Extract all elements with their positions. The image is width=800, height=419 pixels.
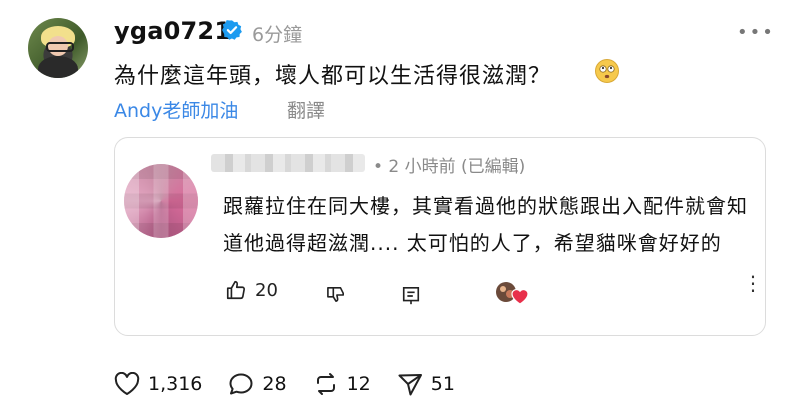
reply-dislike-button[interactable]: [325, 286, 347, 304]
reply-more-icon[interactable]: ⋮: [743, 273, 763, 293]
comment-icon: [402, 287, 420, 305]
comment-icon: [229, 373, 253, 395]
more-icon[interactable]: •••: [737, 24, 775, 42]
reply-text: 跟蘿拉住在同大樓，其實看過他的狀態跟出入配件就會知道他過得超滋潤.... 太可怕…: [223, 194, 748, 255]
heart-icon: [511, 288, 529, 305]
quoted-reply-card[interactable]: • 2 小時前 (已編輯) 跟蘿拉住在同大樓，其實看過他的狀態跟出入配件就會知道…: [114, 137, 766, 336]
heart-icon: [114, 372, 140, 395]
like-count: 1,316: [148, 373, 203, 395]
reply-avatar-blurred: [124, 164, 198, 238]
post-tag-link[interactable]: Andy老師加油: [114, 96, 238, 123]
dislike-icon: [327, 286, 345, 303]
repost-count: 12: [346, 373, 371, 395]
comment-count: 28: [262, 373, 287, 395]
translate-button[interactable]: 翻譯: [287, 96, 325, 123]
reactors-avatars: [496, 282, 529, 305]
reply-comment-button[interactable]: [401, 286, 421, 306]
post-username[interactable]: yga0721: [114, 17, 231, 45]
share-count: 51: [430, 373, 455, 395]
emoji-icon: [595, 59, 619, 83]
reply-username-blurred: [211, 154, 365, 172]
post-time: 6分鐘: [252, 24, 303, 46]
repost-icon: [316, 373, 335, 395]
post-text: 為什麼這年頭，壞人都可以生活得很滋潤？: [114, 64, 552, 89]
share-icon: [398, 374, 422, 396]
like-button[interactable]: 1,316: [114, 372, 202, 396]
reply-like-count: 20: [255, 279, 278, 301]
reply-time: • 2 小時前 (已編輯): [373, 157, 526, 177]
verified-badge-icon: [222, 20, 242, 40]
comment-button[interactable]: 28: [228, 372, 287, 396]
avatar-glasses: [46, 42, 74, 52]
repost-button[interactable]: 12: [313, 372, 371, 396]
share-button[interactable]: 51: [397, 372, 455, 396]
reply-like-button[interactable]: 20: [225, 279, 278, 301]
avatar-body: [38, 56, 78, 78]
post-action-bar: 1,316 28 12 51: [114, 372, 481, 396]
like-icon: [226, 280, 246, 300]
post-avatar[interactable]: [28, 18, 88, 78]
